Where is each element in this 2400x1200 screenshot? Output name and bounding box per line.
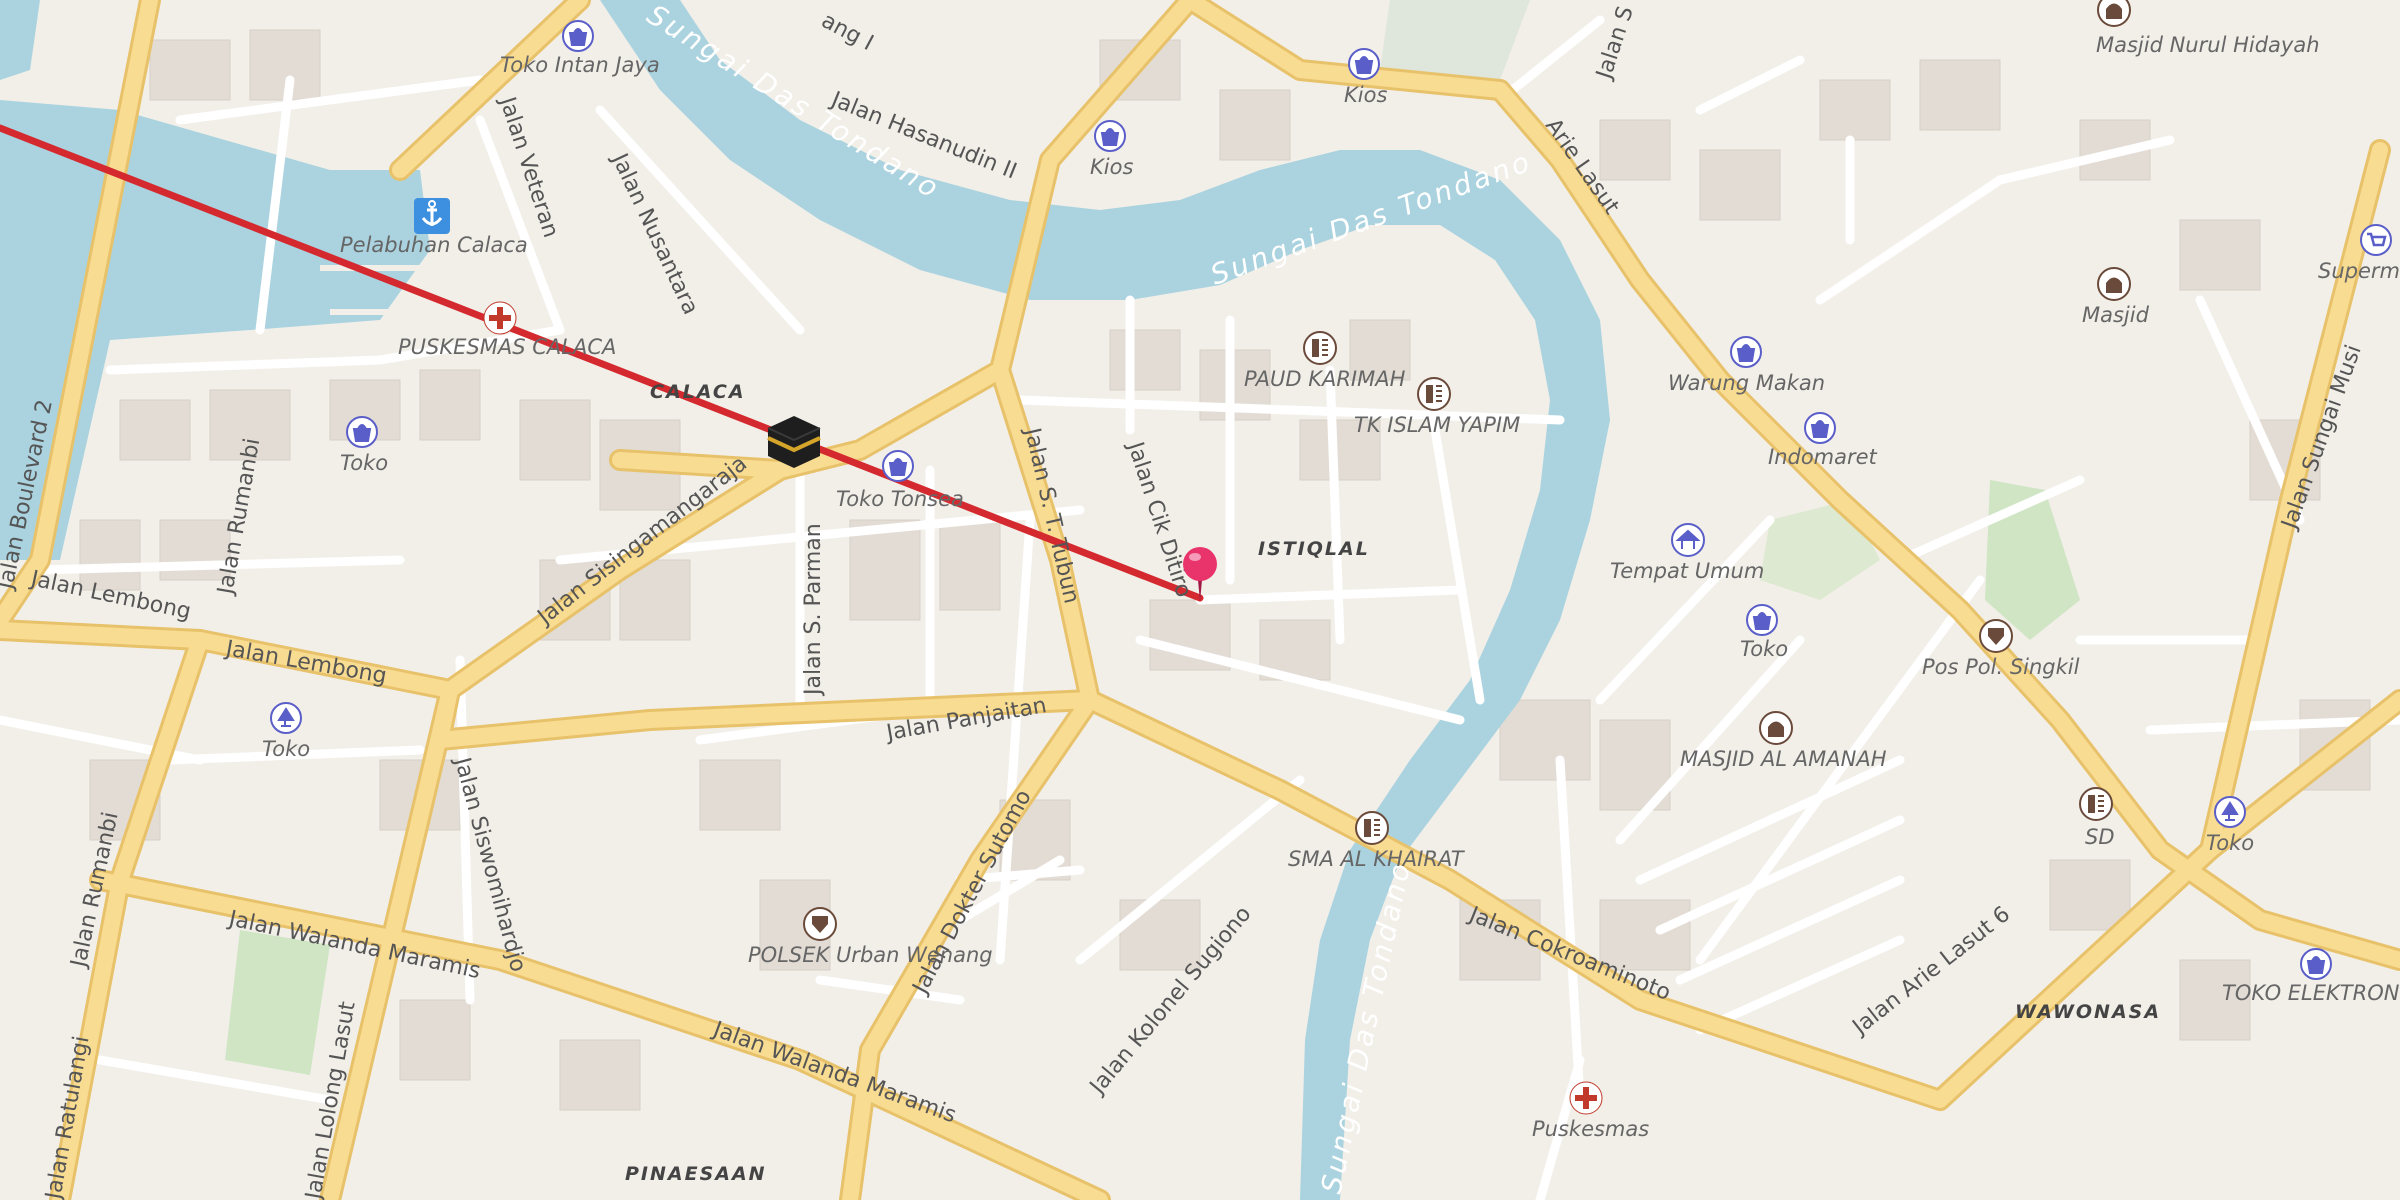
anchor-icon	[414, 198, 450, 234]
shop-bag-icon	[562, 20, 594, 52]
shop-bag-icon	[1730, 336, 1762, 368]
map-view[interactable]: CALACA ISTIQLAL WAWONASA PINAESAAN Sunga…	[0, 0, 2400, 1200]
poi-label: PUSKESMAS CALACA	[398, 335, 616, 359]
school-icon	[1303, 331, 1337, 365]
health-cross-icon	[483, 301, 517, 335]
mosque-icon	[2097, 0, 2131, 27]
lamp-shop-icon	[270, 702, 302, 734]
shop-bag-icon	[882, 450, 914, 482]
lamp-shop-icon	[2214, 796, 2246, 828]
poi-label: Kios	[1344, 83, 1387, 107]
poi-label: Supermarket	[2318, 259, 2400, 283]
health-cross-icon	[1569, 1081, 1603, 1115]
poi-label: Warung Makan	[1668, 371, 1825, 395]
area-label: PINAESAAN	[625, 1163, 767, 1185]
poi-label: Tempat Umum	[1610, 559, 1764, 583]
shop-bag-icon	[2300, 948, 2332, 980]
shop-bag-icon	[346, 416, 378, 448]
poi-label: Pelabuhan Calaca	[340, 233, 528, 257]
poi-label: SD	[2085, 825, 2115, 849]
poi-label: Masjid Nurul Hidayah	[2096, 33, 2320, 57]
poi-label: POLSEK Urban Wenang	[748, 943, 993, 967]
poi-label: Toko Intan Jaya	[500, 53, 660, 77]
poi-label: Puskesmas	[1532, 1117, 1649, 1141]
school-icon	[2079, 787, 2113, 821]
cart-icon	[2360, 224, 2392, 256]
poi-label: Pos Pol. Singkil	[1922, 655, 2080, 679]
poi-label: Indomaret	[1768, 445, 1878, 469]
poi-label: Toko	[340, 451, 388, 475]
area-label: WAWONASA	[2015, 1001, 2161, 1023]
shelter-icon	[1671, 523, 1705, 557]
street-label: Jalan S. Parman	[801, 523, 826, 697]
poi-label: Toko	[1740, 637, 1788, 661]
shop-bag-icon	[1804, 412, 1836, 444]
poi-label: SMA AL KHAIRAT	[1288, 847, 1466, 871]
school-icon	[1417, 377, 1451, 411]
police-icon	[803, 907, 837, 941]
mosque-icon	[1759, 711, 1793, 745]
police-icon	[1979, 619, 2013, 653]
poi-label: Toko	[262, 737, 310, 761]
area-label: CALACA	[650, 381, 746, 403]
poi-label: PAUD KARIMAH	[1244, 367, 1406, 391]
poi-label: Toko	[2206, 831, 2254, 855]
area-label: ISTIQLAL	[1258, 538, 1370, 560]
shop-bag-icon	[1348, 48, 1380, 80]
mosque-icon	[2097, 267, 2131, 301]
poi-label: Toko Tonsea	[836, 487, 964, 511]
poi-label: Masjid	[2082, 303, 2150, 327]
poi-label: TOKO ELEKTRONIK	[2222, 981, 2400, 1005]
poi-label: Kios	[1090, 155, 1133, 179]
shop-bag-icon	[1746, 604, 1778, 636]
shop-bag-icon	[1094, 120, 1126, 152]
poi-label: MASJID AL AMANAH	[1680, 747, 1887, 771]
school-icon	[1355, 811, 1389, 845]
poi-label: TK ISLAM YAPIM	[1354, 413, 1520, 437]
